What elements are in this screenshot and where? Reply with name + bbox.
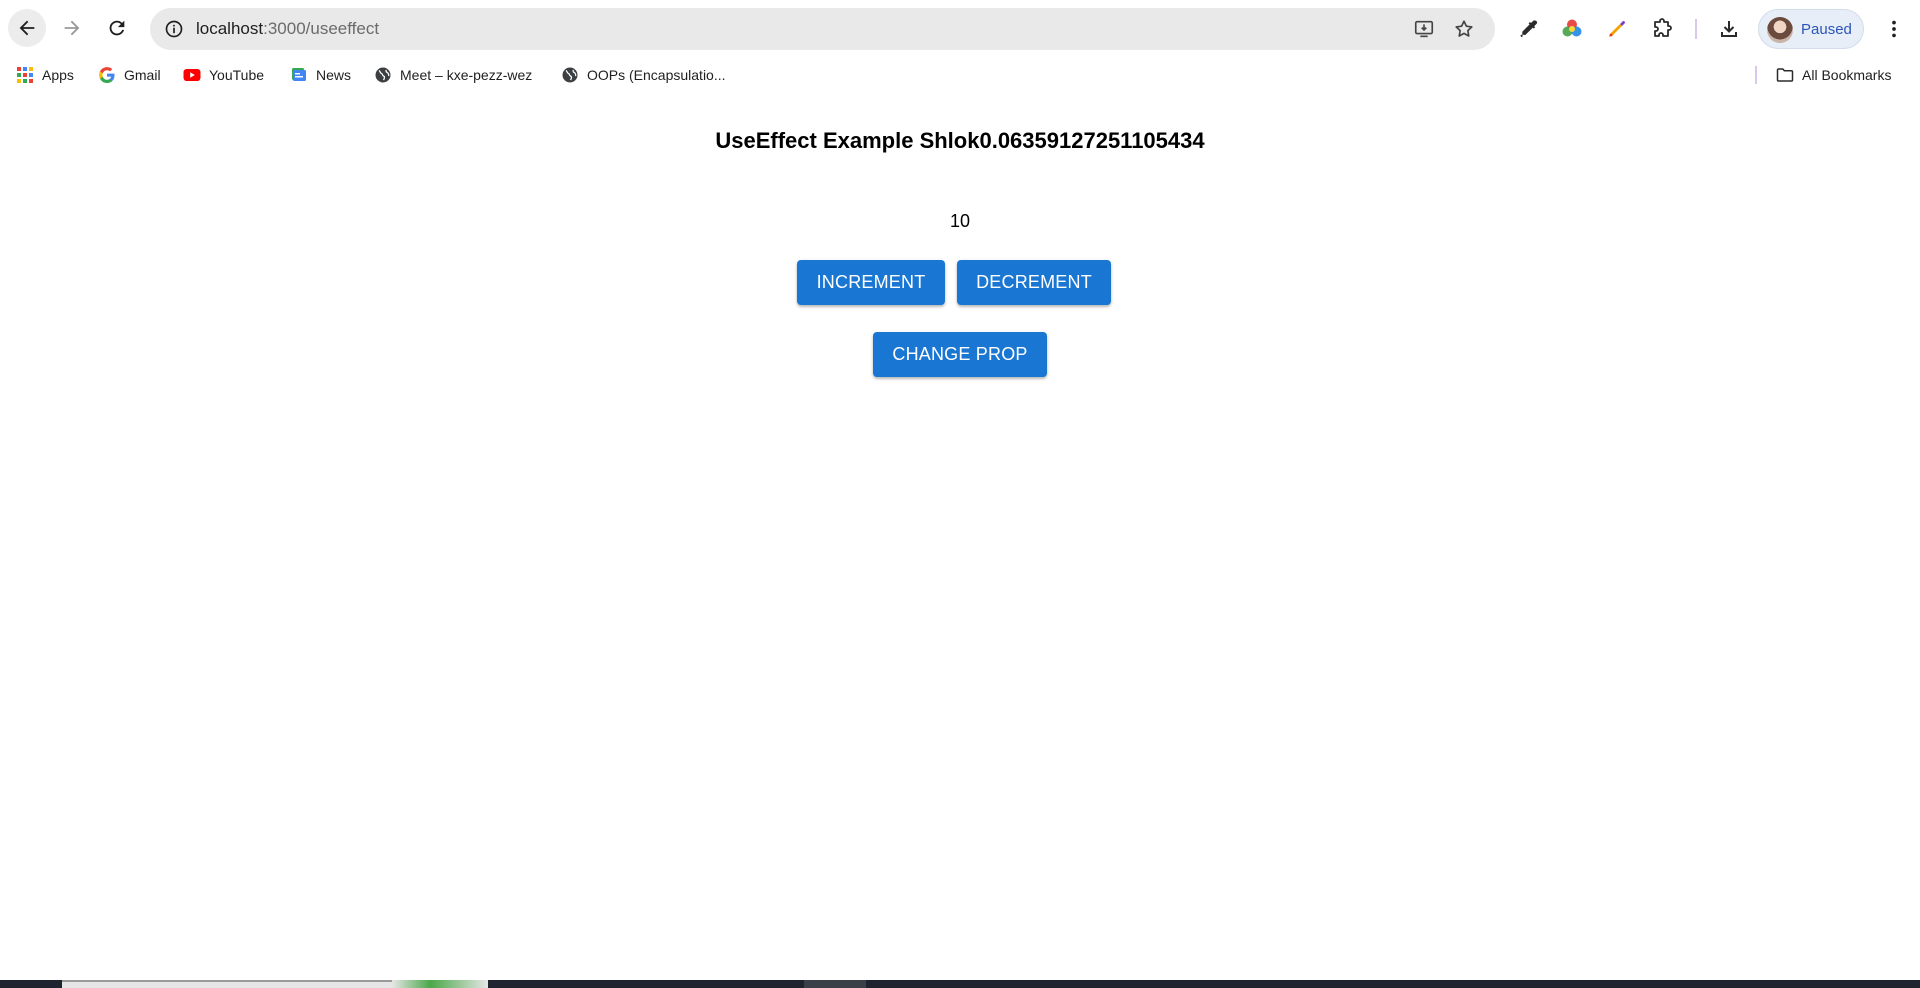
google-icon: [98, 66, 116, 84]
profile-status-label: Paused: [1801, 21, 1852, 38]
eyedropper-icon: [1520, 20, 1538, 38]
toolbar-separator: [1695, 19, 1697, 39]
address-bar[interactable]: localhost:3000/useeffect: [150, 8, 1495, 50]
back-button[interactable]: [8, 9, 46, 47]
bookmark-oops[interactable]: OOPs (Encapsulatio...: [561, 64, 726, 86]
arrow-left-icon: [19, 20, 35, 36]
install-icon: [1414, 20, 1434, 38]
avatar: [1767, 17, 1793, 43]
extension-colorwheel-button[interactable]: [1558, 15, 1586, 43]
url-host: localhost: [196, 19, 264, 38]
change-prop-button[interactable]: CHANGE PROP: [873, 332, 1047, 377]
bookmark-meet[interactable]: Meet – kxe-pezz-wez: [374, 64, 532, 86]
extension-colorpicker-button[interactable]: [1603, 15, 1631, 43]
os-taskbar: [0, 980, 1920, 988]
bookmark-label: OOPs (Encapsulatio...: [587, 67, 726, 83]
folder-icon: [1776, 66, 1794, 84]
url-path: :3000/useeffect: [263, 19, 380, 38]
counter-value: 10: [949, 211, 971, 231]
kebab-menu-icon: [1892, 20, 1896, 38]
globe-icon: [374, 66, 392, 84]
install-app-button[interactable]: [1412, 17, 1436, 41]
reload-button[interactable]: [98, 9, 136, 47]
bookmark-youtube[interactable]: YouTube: [183, 64, 264, 86]
bookmark-star-button[interactable]: [1452, 17, 1476, 41]
bookmark-label: YouTube: [209, 67, 265, 83]
extensions-menu-button[interactable]: [1648, 15, 1676, 43]
apps-grid-icon: [16, 66, 34, 84]
browser-menu-button[interactable]: [1880, 15, 1908, 43]
extension-eyedropper-button[interactable]: [1514, 15, 1542, 43]
bookmark-label: Apps: [42, 67, 74, 83]
increment-button[interactable]: INCREMENT: [797, 260, 945, 305]
browser-toolbar: localhost:3000/useeffect Paused: [0, 0, 1920, 58]
color-wheel-icon: [1562, 19, 1582, 37]
taskbar-app-tab[interactable]: [804, 980, 866, 988]
taskbar-window-thumbnail: [392, 980, 488, 988]
google-news-icon: [290, 66, 308, 84]
bookmark-gmail[interactable]: Gmail: [98, 64, 161, 86]
color-picker-icon: [1609, 21, 1625, 37]
page-title: UseEffect Example Shlok0.063591272511054…: [715, 128, 1205, 153]
info-icon: [165, 20, 183, 38]
bookmarks-separator: [1755, 66, 1757, 84]
bookmark-apps[interactable]: Apps: [16, 64, 74, 86]
bookmarks-bar: Apps Gmail YouTube News Meet – kxe-pezz-…: [0, 58, 1920, 92]
page-content: UseEffect Example Shlok0.063591272511054…: [0, 92, 1920, 980]
profile-button[interactable]: Paused: [1758, 9, 1864, 49]
site-info-button[interactable]: [160, 15, 188, 43]
all-bookmarks-label: All Bookmarks: [1802, 67, 1892, 83]
youtube-icon: [183, 66, 201, 84]
globe-icon: [561, 66, 579, 84]
arrow-right-icon: [64, 20, 80, 36]
reload-icon: [109, 20, 125, 36]
bookmark-label: Meet – kxe-pezz-wez: [400, 67, 533, 83]
bookmark-news[interactable]: News: [290, 64, 351, 86]
url-text[interactable]: localhost:3000/useeffect: [196, 19, 379, 39]
all-bookmarks-button[interactable]: All Bookmarks: [1776, 64, 1891, 86]
puzzle-icon: [1654, 18, 1672, 37]
download-icon: [1721, 21, 1737, 37]
bookmark-label: News: [316, 67, 352, 83]
decrement-button[interactable]: DECREMENT: [957, 260, 1111, 305]
forward-button[interactable]: [53, 9, 91, 47]
downloads-button[interactable]: [1715, 15, 1743, 43]
star-icon: [1455, 20, 1473, 37]
bookmark-label: Gmail: [124, 67, 161, 83]
